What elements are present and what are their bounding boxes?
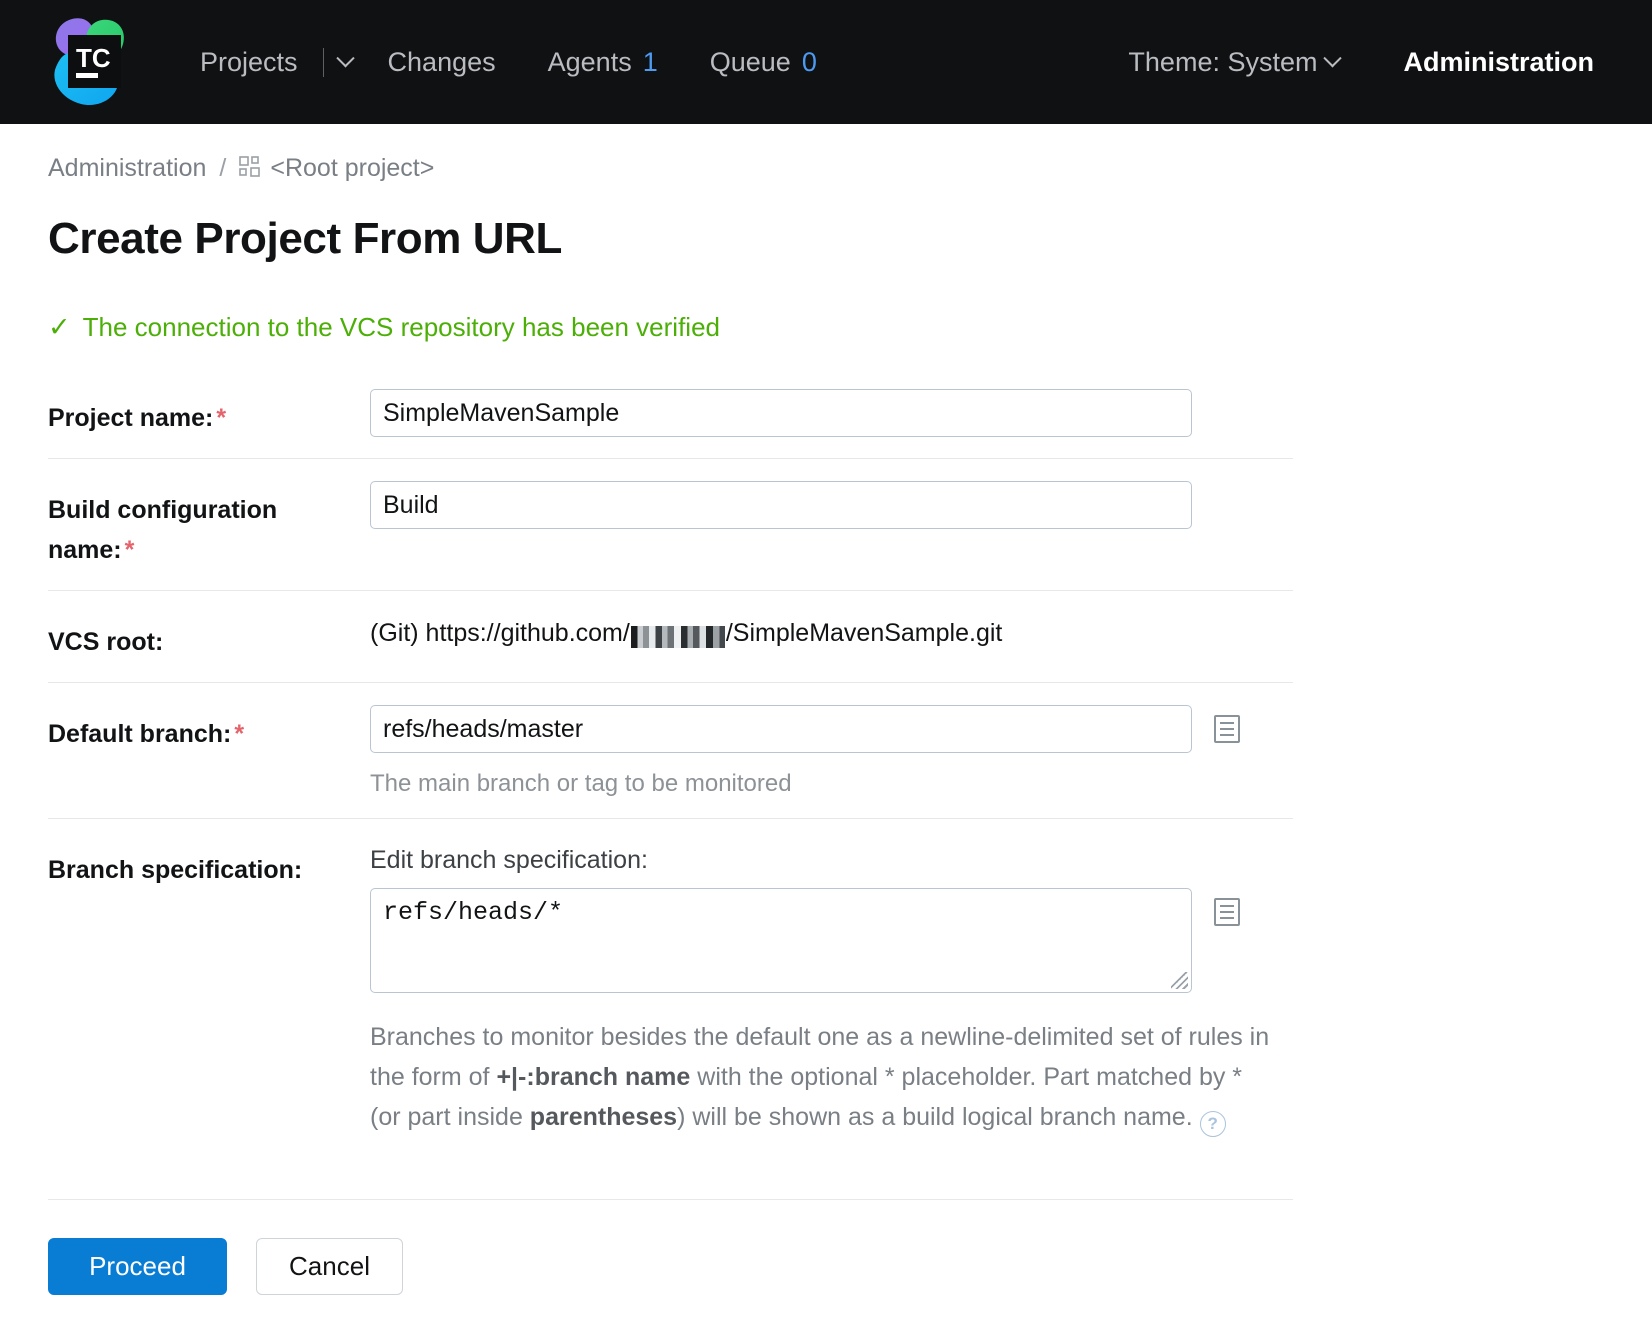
svg-text:TC: TC [76, 43, 111, 73]
build-config-name-field-wrap [370, 481, 1293, 529]
icon-line [1220, 734, 1234, 736]
default-branch-input-group [370, 705, 1293, 753]
top-navigation-bar: TC Projects Changes Agents 1 Queue 0 The… [0, 0, 1652, 124]
form-row-branch-specification: Branch specification: Edit branch specif… [48, 818, 1293, 1157]
proceed-button[interactable]: Proceed [48, 1238, 227, 1295]
project-name-label: Project name:* [48, 389, 370, 438]
build-config-name-label: Build configuration name:* [48, 481, 370, 570]
default-branch-field-wrap: The main branch or tag to be monitored [370, 705, 1293, 798]
branch-specification-sub-label: Edit branch specification: [370, 841, 1293, 875]
icon-line [1220, 905, 1234, 907]
vcs-root-label: VCS root: [48, 613, 370, 662]
header-right-nav: Theme: System Administration [1102, 41, 1608, 84]
connection-verified-message: The connection to the VCS repository has… [83, 312, 720, 343]
form-row-build-config-name: Build configuration name:* [48, 458, 1293, 590]
project-name-field-wrap [370, 389, 1293, 437]
vcs-root-value: (Git) https://github.com/ /SimpleMavenSam… [370, 613, 1293, 648]
chevron-down-icon[interactable] [1324, 49, 1342, 67]
nav-item-projects[interactable]: Projects [174, 41, 362, 84]
breadcrumb-separator: / [219, 154, 226, 183]
nav-item-queue-label: Queue [710, 47, 791, 78]
default-branch-input[interactable] [370, 705, 1192, 753]
icon-line [1220, 917, 1234, 919]
vcs-root-value-suffix: /SimpleMavenSample.git [726, 619, 1003, 648]
icon-line [1220, 722, 1234, 724]
build-config-name-input[interactable] [370, 481, 1192, 529]
vcs-root-field-wrap: (Git) https://github.com/ /SimpleMavenSam… [370, 613, 1293, 648]
breadcrumb-administration[interactable]: Administration [48, 154, 206, 183]
default-branch-label: Default branch:* [48, 705, 370, 754]
checkmark-icon: ✓ [48, 314, 71, 341]
cancel-button[interactable]: Cancel [256, 1238, 403, 1295]
default-branch-hint: The main branch or tag to be monitored [370, 770, 1293, 798]
nav-item-queue[interactable]: Queue 0 [684, 41, 843, 84]
chevron-down-icon[interactable] [336, 49, 354, 67]
form-row-default-branch: Default branch:* The main branch or tag … [48, 682, 1293, 818]
required-asterisk: * [125, 536, 135, 564]
project-name-label-text: Project name: [48, 404, 213, 432]
vcs-root-value-prefix: (Git) https://github.com/ [370, 619, 630, 648]
connection-verified-status: ✓ The connection to the VCS repository h… [48, 312, 1604, 343]
nav-divider [323, 48, 324, 77]
nav-item-changes-label: Changes [388, 47, 496, 78]
form-row-project-name: Project name:* [48, 373, 1293, 458]
nav-item-changes[interactable]: Changes [362, 41, 522, 84]
teamcity-logo[interactable]: TC [38, 10, 142, 114]
breadcrumb-root-project[interactable]: <Root project> [270, 154, 434, 183]
desc-bold-2: parentheses [530, 1103, 677, 1131]
main-nav: Projects Changes Agents 1 Queue 0 [174, 41, 843, 84]
nav-item-projects-label: Projects [200, 47, 298, 78]
build-config-name-label-text: Build configuration name: [48, 496, 277, 564]
edit-in-dialog-icon[interactable] [1214, 898, 1240, 926]
branch-specification-description: Branches to monitor besides the default … [370, 1017, 1270, 1137]
agents-count-badge: 1 [643, 47, 658, 78]
branch-specification-textarea-wrap [370, 888, 1192, 993]
form-actions: Proceed Cancel [48, 1199, 1293, 1295]
branch-specification-textarea[interactable] [370, 888, 1192, 993]
edit-in-dialog-icon[interactable] [1214, 715, 1240, 743]
queue-count-badge: 0 [802, 47, 817, 78]
nav-item-agents-label: Agents [548, 47, 632, 78]
default-branch-label-text: Default branch: [48, 720, 231, 748]
branch-specification-label: Branch specification: [48, 841, 370, 890]
redacted-username [631, 626, 725, 648]
desc-part-3: ) will be shown as a build logical branc… [677, 1103, 1193, 1131]
nav-item-administration[interactable]: Administration [1365, 41, 1608, 84]
branch-specification-field-wrap: Edit branch specification: Branches to m… [370, 841, 1293, 1137]
nav-item-agents[interactable]: Agents 1 [522, 41, 684, 84]
required-asterisk: * [234, 720, 244, 748]
desc-bold-1: +|-:branch name [496, 1063, 690, 1091]
icon-line [1220, 911, 1234, 913]
breadcrumb: Administration / <Root project> [48, 124, 1604, 183]
project-grid-icon [239, 156, 261, 185]
page-content: Administration / <Root project> Create P… [0, 124, 1652, 1295]
form-row-vcs-root: VCS root: (Git) https://github.com/ /Simp… [48, 590, 1293, 682]
page-title: Create Project From URL [48, 214, 1604, 264]
required-asterisk: * [216, 404, 226, 432]
theme-selector[interactable]: Theme: System [1102, 41, 1365, 84]
theme-selector-label: Theme: System [1128, 47, 1317, 78]
project-name-input[interactable] [370, 389, 1192, 437]
icon-line [1220, 728, 1234, 730]
branch-specification-input-group [370, 888, 1293, 993]
help-icon[interactable]: ? [1200, 1111, 1226, 1137]
create-project-form: Project name:* Build configuration name:… [48, 373, 1293, 1157]
